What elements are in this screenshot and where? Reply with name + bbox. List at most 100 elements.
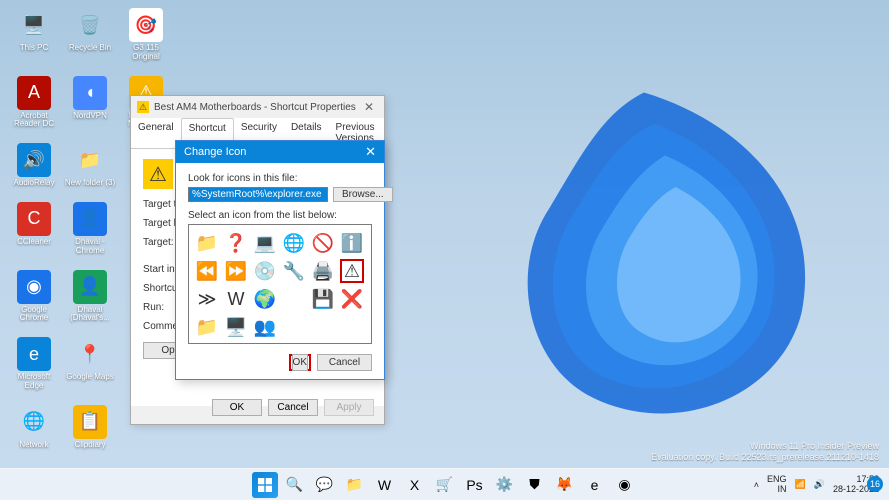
desktop-icon[interactable]: AAcrobat Reader DC	[8, 76, 60, 130]
desktop-icon-label: CCleaner	[17, 238, 51, 247]
language-indicator[interactable]: ENGIN	[767, 475, 787, 495]
icon-choice[interactable]: 🖥️	[224, 315, 248, 339]
change-icon-titlebar[interactable]: Change Icon ✕	[176, 141, 384, 163]
desktop-icon[interactable]: 📍Google Maps	[64, 337, 116, 391]
close-icon[interactable]: ✕	[360, 100, 378, 114]
icon-choice[interactable]: ℹ️	[340, 231, 364, 255]
icon-choice[interactable]: 🌐	[282, 231, 306, 255]
chevron-up-icon[interactable]: ˄	[754, 480, 759, 490]
change-icon-body: Look for icons in this file: Browse... S…	[176, 163, 384, 381]
taskbar-app[interactable]: ⛊	[522, 472, 548, 498]
change-icon-dialog: Change Icon ✕ Look for icons in this fil…	[175, 140, 385, 380]
properties-title: Best AM4 Motherboards - Shortcut Propert…	[154, 102, 356, 113]
icon-choice[interactable]: 🔧	[282, 259, 306, 283]
windows-watermark: Windows 11 Pro Insider Preview Evaluatio…	[651, 441, 879, 464]
wallpaper-bloom	[319, 40, 889, 460]
desktop-icon-label: Google Chrome	[8, 306, 60, 324]
desktop-icon[interactable]: ◉ Google Chrome	[8, 270, 60, 324]
ok-button[interactable]: OK	[292, 354, 308, 371]
desktop-icon[interactable]: 📁New folder (3)	[64, 143, 116, 188]
icon-choice[interactable]: 💻	[253, 231, 277, 255]
icon-choice[interactable]: 🖨️	[311, 259, 335, 283]
desktop-icon[interactable]: 🌐 Network	[8, 405, 60, 450]
desktop-icon[interactable]: 🎯 G3 115 Original	[120, 8, 172, 62]
desktop-icon[interactable]: 👤 Dhaval - Chrome	[64, 202, 116, 256]
taskbar-app[interactable]: ◉	[612, 472, 638, 498]
desktop-icon-label: Network	[19, 441, 48, 450]
taskbar-app[interactable]: 🛒	[432, 472, 458, 498]
icon-choice[interactable]: W	[224, 287, 248, 311]
icon-choice[interactable]: ⏩	[224, 259, 248, 283]
desktop-icon[interactable]: 🖥️This PC	[8, 8, 60, 62]
icon-choice[interactable]: ⚠	[340, 259, 364, 283]
desktop-icon[interactable]: 🔊AudioRelay	[8, 143, 60, 188]
desktop-icon-label: Dhaval - Chrome	[64, 238, 116, 256]
icon-choice[interactable]: 🌍	[253, 287, 277, 311]
taskbar-app[interactable]: ⚙️	[492, 472, 518, 498]
app-icon: 🗑️	[73, 8, 107, 42]
app-icon: 📋	[73, 405, 107, 439]
taskbar-app[interactable]: 📁	[342, 472, 368, 498]
app-icon: 🖥️	[17, 8, 51, 42]
icon-choice[interactable]	[282, 315, 306, 339]
taskbar-app[interactable]: e	[582, 472, 608, 498]
taskbar-app[interactable]: 🔍	[282, 472, 308, 498]
icon-grid: 📁❓💻🌐🚫ℹ️⏪⏩💿🔧🖨️⚠≫W🌍💾❌📁🖥️👥	[188, 224, 372, 344]
apply-button: Apply	[324, 399, 374, 416]
desktop-icon[interactable]: C CCleaner	[8, 202, 60, 256]
app-icon: 🔊	[17, 143, 51, 177]
cancel-button[interactable]: Cancel	[268, 399, 318, 416]
icon-choice[interactable]: 💾	[311, 287, 335, 311]
icon-choice[interactable]: ❓	[224, 231, 248, 255]
desktop-icon-label: NordVPN	[73, 112, 107, 121]
icon-choice[interactable]: ⏪	[195, 259, 219, 283]
taskbar-app[interactable]: 🦊	[552, 472, 578, 498]
cancel-button[interactable]: Cancel	[317, 354, 372, 371]
icon-choice[interactable]: ❌	[340, 287, 364, 311]
desktop-icon-label: Dhaval (Dhaval's...	[64, 306, 116, 324]
desktop-icon-label: G3 115 Original	[120, 44, 172, 62]
icon-choice[interactable]: 📁	[195, 315, 219, 339]
taskbar-app[interactable]: Ps	[462, 472, 488, 498]
desktop-icon[interactable]: 📋 Clipdiary	[64, 405, 116, 450]
desktop-icon-label: Clipdiary	[74, 441, 105, 450]
icon-choice[interactable]: 💿	[253, 259, 277, 283]
taskbar: 🔍💬📁WX🛒Ps⚙️⛊🦊e◉ ˄ ENGIN 📶 🔊 17:5828-12-20…	[0, 468, 889, 500]
app-icon: ◖	[73, 76, 107, 110]
app-icon: C	[17, 202, 51, 236]
icon-choice[interactable]: ≫	[195, 287, 219, 311]
desktop-icon[interactable]: ◖ NordVPN	[64, 76, 116, 130]
properties-footer: OK Cancel Apply	[212, 399, 374, 416]
desktop-icon-label: Google Maps	[66, 373, 114, 382]
icon-choice[interactable]: 🚫	[311, 231, 335, 255]
volume-icon[interactable]: 🔊	[814, 479, 825, 490]
desktop-icon[interactable]: e Microsoft Edge	[8, 337, 60, 391]
desktop-icon[interactable]: 👤Dhaval (Dhaval's...	[64, 270, 116, 324]
icon-choice[interactable]: 👥	[253, 315, 277, 339]
app-icon: 🎯	[129, 8, 163, 42]
desktop-icon-label: New folder (3)	[65, 179, 115, 188]
app-icon: A	[17, 76, 51, 110]
notification-badge[interactable]: 16	[867, 476, 883, 492]
desktop-icon[interactable]: 🗑️ Recycle Bin	[64, 8, 116, 62]
app-icon: e	[17, 337, 51, 371]
taskbar-app[interactable]: 💬	[312, 472, 338, 498]
icon-path-input[interactable]	[188, 187, 328, 202]
wifi-icon[interactable]: 📶	[795, 479, 806, 490]
icon-choice[interactable]: 📁	[195, 231, 219, 255]
app-icon: 🌐	[17, 405, 51, 439]
app-icon: 👤	[73, 202, 107, 236]
taskbar-app[interactable]: X	[402, 472, 428, 498]
close-icon[interactable]: ✕	[365, 144, 376, 160]
taskbar-center: 🔍💬📁WX🛒Ps⚙️⛊🦊e◉	[252, 472, 638, 498]
desktop-icon-label: Recycle Bin	[69, 44, 111, 53]
taskbar-app[interactable]: W	[372, 472, 398, 498]
start-button[interactable]	[252, 472, 278, 498]
tab-general[interactable]: General	[131, 118, 181, 148]
properties-titlebar[interactable]: ⚠ Best AM4 Motherboards - Shortcut Prope…	[131, 96, 384, 118]
ok-button[interactable]: OK	[212, 399, 262, 416]
app-icon: ◉	[17, 270, 51, 304]
desktop-icon-label: Microsoft Edge	[8, 373, 60, 391]
browse-button[interactable]: Browse...	[333, 187, 393, 202]
icon-choice[interactable]	[282, 287, 306, 311]
